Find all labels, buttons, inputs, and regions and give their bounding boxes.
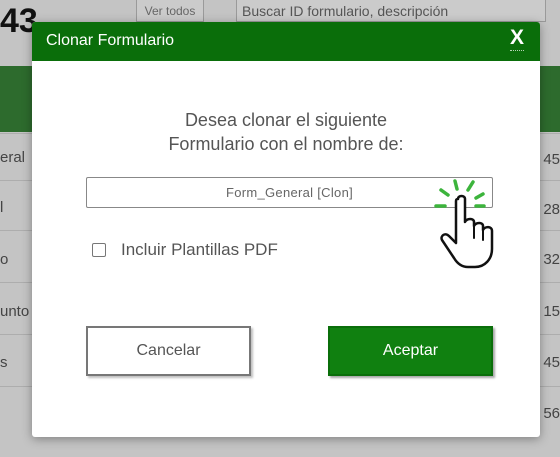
include-pdf-label[interactable]: Incluir Plantillas PDF xyxy=(121,240,278,260)
close-button[interactable]: X xyxy=(510,26,524,50)
question-line-2: Formulario con el nombre de: xyxy=(168,134,404,154)
background-row-text: s xyxy=(0,354,8,371)
question-line-1: Desea clonar el siguiente xyxy=(184,110,388,130)
background-row-text: o xyxy=(0,251,9,268)
background-row-count: 45 xyxy=(543,354,560,371)
cancel-button[interactable]: Cancelar xyxy=(86,326,251,376)
background-row-text: l xyxy=(0,199,4,216)
background-row-count: 28 xyxy=(543,201,560,218)
background-row-count: 56 xyxy=(543,405,560,422)
background-row-text: eral xyxy=(0,149,26,166)
include-pdf-checkbox[interactable] xyxy=(92,243,106,257)
clone-name-input[interactable] xyxy=(86,177,493,208)
clone-question: Desea clonar el siguiente Formulario con… xyxy=(32,108,540,156)
accept-button[interactable]: Aceptar xyxy=(328,326,493,376)
background-search-input[interactable]: Buscar ID formulario, descripción xyxy=(236,0,546,22)
dialog-title: Clonar Formulario xyxy=(46,32,175,49)
background-row-count: 45 xyxy=(543,151,560,168)
dialog-header: Clonar Formulario X xyxy=(32,22,540,61)
close-focus-underline xyxy=(510,50,524,51)
background-row-count: 15 xyxy=(543,303,560,320)
view-all-button[interactable]: Ver todos xyxy=(136,0,204,22)
clone-form-dialog: Clonar Formulario X Desea clonar el sigu… xyxy=(32,22,540,437)
include-pdf-option[interactable]: Incluir Plantillas PDF xyxy=(92,240,278,260)
background-row-count: 32 xyxy=(543,251,560,268)
background-row-text: unto xyxy=(0,303,30,320)
